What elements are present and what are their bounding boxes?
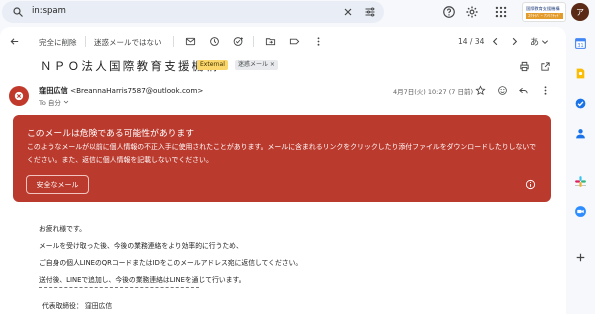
search-options-icon[interactable] [364,6,376,18]
search-input[interactable]: in:spam [32,6,66,16]
signature-line: 代表取締役： 窪田広信 [42,302,113,310]
pagination-count: 14 / 34 [458,37,485,46]
body-paragraph: ご自身の個人LINEのQRコードまたはIDをこのメールアドレス宛に返信してくださ… [39,259,303,267]
danger-warning-banner: このメールは危険である可能性があります このようなメールが以前に個人情報の不正入… [13,115,551,202]
email-date: 4月7日(火) 10:27 (7 日前) [393,88,473,96]
info-icon[interactable] [525,179,536,190]
signature-divider [39,287,199,288]
email-view: 完全に削除 迷惑メールではない 14 / 34 あ ＮＰＯ法人国際教育支援機構 … [0,27,566,314]
back-arrow-icon[interactable] [9,36,20,47]
body-greeting: お疲れ様です。 [39,225,86,233]
more-vertical-icon[interactable] [540,85,551,96]
label-tag-icon[interactable] [289,36,300,47]
search-icon[interactable] [12,6,24,18]
organization-tagline: ｽｸﾗｲﾊﾞｰ ｱﾝﾘﾐﾃｯﾄﾞ [526,13,563,19]
input-language-selector[interactable]: あ [530,35,539,48]
star-icon[interactable] [475,85,486,96]
add-to-tasks-icon[interactable] [233,36,244,47]
clear-search-icon[interactable] [342,6,354,18]
top-bar: in:spam 国際教育支援機構 ｽｸﾗｲﾊﾞｰ ｱﾝﾘﾐﾃｯﾄﾞ ア [0,0,595,26]
email-subject: ＮＰＯ法人国際教育支援機構 [40,59,220,73]
contacts-icon[interactable] [574,127,587,140]
chevron-down-icon[interactable] [63,99,69,105]
chevron-right-icon[interactable] [509,36,520,47]
spam-label[interactable]: 迷惑メール × [235,60,278,70]
toolbar-divider [85,36,86,47]
reply-arrow-icon[interactable] [518,85,529,96]
open-new-window-icon[interactable] [540,61,551,72]
external-label[interactable]: External [197,60,228,70]
account-avatar[interactable]: ア [571,3,589,21]
toolbar-divider [253,36,254,47]
slack-icon[interactable] [574,175,587,188]
move-to-folder-icon[interactable] [265,36,276,47]
organization-logo[interactable]: 国際教育支援機構 ｽｸﾗｲﾊﾞｰ ｱﾝﾘﾐﾃｯﾄﾞ [522,2,566,22]
recipient-line[interactable]: To 自分 [39,97,69,107]
apps-grid-icon[interactable] [494,5,508,19]
settings-gear-icon[interactable] [465,5,479,19]
organization-name: 国際教育支援機構 [526,6,560,11]
sender-line: 窪田広信 <BreannaHarris7587@outlook.com> [39,86,203,96]
sender-email: <BreannaHarris7587@outlook.com> [70,86,204,95]
emoji-reaction-icon[interactable] [497,85,508,96]
search-bar[interactable]: in:spam [2,1,384,23]
warning-message: このようなメールが以前に個人情報の不正入手に使用されたことがあります。メールに含… [27,143,537,164]
more-vertical-icon[interactable] [313,36,324,47]
tasks-icon[interactable] [574,97,587,110]
close-x-icon [14,91,24,101]
mark-safe-button[interactable]: 安全なメール [26,175,89,194]
help-icon[interactable] [442,5,456,19]
not-spam-button[interactable]: 迷惑メールではない [94,37,162,48]
sender-name[interactable]: 窪田広信 [39,86,68,95]
sender-avatar[interactable] [9,86,29,106]
body-paragraph: 送付後、LINEで追加し、今後の業務連絡はLINEを通じて行います。 [39,276,246,284]
toolbar-divider [173,36,174,47]
chevron-left-icon[interactable] [490,36,501,47]
keep-notes-icon[interactable] [574,67,587,80]
warning-title: このメールは危険である可能性があります [27,129,195,139]
add-plus-icon[interactable] [574,251,587,264]
mark-unread-icon[interactable] [185,36,196,47]
chevron-down-icon[interactable] [541,38,549,46]
delete-forever-button[interactable]: 完全に削除 [39,37,77,48]
body-paragraph: メールを受け取った後、今後の業務連絡をより効率的に行うため、 [39,242,243,250]
snooze-clock-icon[interactable] [209,36,220,47]
side-panel-rail: 31 [566,27,595,314]
recipient-label: To 自分 [39,99,61,107]
print-icon[interactable] [519,61,530,72]
svg-text:31: 31 [577,43,583,49]
calendar-icon[interactable]: 31 [574,37,587,50]
zoom-icon[interactable] [574,205,587,218]
